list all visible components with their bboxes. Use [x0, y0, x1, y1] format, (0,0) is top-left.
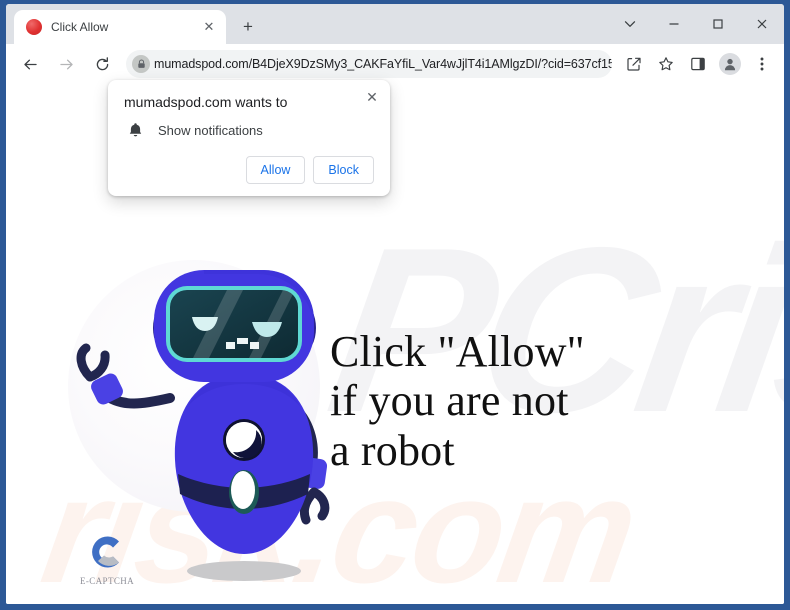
bookmark-star-icon[interactable] — [652, 50, 680, 78]
permission-label: Show notifications — [158, 122, 263, 138]
ecaptcha-c-icon — [86, 531, 128, 573]
address-bar[interactable]: mumadspod.com/B4DjeX9DzSMy3_CAKFaYfiL_Va… — [126, 50, 612, 78]
bell-icon — [124, 122, 146, 138]
avatar — [719, 53, 741, 75]
block-button[interactable]: Block — [313, 156, 374, 184]
browser-window: Click Allow ✕ + mumadspod.com/B4DjeX9DzS… — [0, 0, 790, 610]
window-controls — [608, 4, 784, 44]
close-window-icon[interactable] — [740, 8, 784, 40]
favicon-icon — [26, 19, 42, 35]
maximize-icon[interactable] — [696, 8, 740, 40]
tab-title: Click Allow — [51, 20, 109, 34]
ecaptcha-label: E-CAPTCHA — [79, 576, 135, 586]
close-tab-icon[interactable]: ✕ — [200, 18, 218, 36]
lock-icon — [132, 55, 150, 73]
permission-row: Show notifications — [124, 122, 374, 138]
side-panel-icon[interactable] — [684, 50, 712, 78]
url-text: mumadspod.com/B4DjeX9DzSMy3_CAKFaYfiL_Va… — [154, 57, 612, 71]
dialog-actions: Allow Block — [124, 156, 374, 184]
headline-line-2: if you are not — [330, 376, 569, 426]
browser-chrome: Click Allow ✕ + mumadspod.com/B4DjeX9DzS… — [6, 4, 784, 604]
forward-icon[interactable] — [52, 50, 80, 78]
reload-icon[interactable] — [88, 50, 116, 78]
allow-button[interactable]: Allow — [245, 156, 306, 184]
dialog-close-icon[interactable]: ✕ — [362, 87, 382, 107]
dialog-title: mumadspod.com wants to — [124, 94, 288, 110]
new-tab-button[interactable]: + — [234, 13, 262, 41]
tab-strip: Click Allow ✕ + — [6, 4, 784, 44]
chrome-menu-icon[interactable] — [748, 50, 776, 78]
headline-line-3: a robot — [330, 425, 455, 475]
ecaptcha-logo: E-CAPTCHA — [76, 531, 138, 586]
tab-search-chevron-down-icon[interactable] — [608, 8, 652, 40]
notification-permission-dialog: ✕ mumadspod.com wants to Show notificati… — [108, 80, 390, 196]
minimize-icon[interactable] — [652, 8, 696, 40]
site-info-button[interactable] — [128, 51, 154, 77]
headline-line-1: Click "Allow" — [330, 327, 585, 376]
browser-toolbar: mumadspod.com/B4DjeX9DzSMy3_CAKFaYfiL_Va… — [6, 44, 784, 84]
tab-click-allow[interactable]: Click Allow ✕ — [14, 10, 226, 44]
back-icon[interactable] — [16, 50, 44, 78]
page-headline: Click "Allow" if you are not a robot — [330, 327, 585, 475]
profile-avatar[interactable] — [716, 50, 744, 78]
share-icon[interactable] — [620, 50, 648, 78]
